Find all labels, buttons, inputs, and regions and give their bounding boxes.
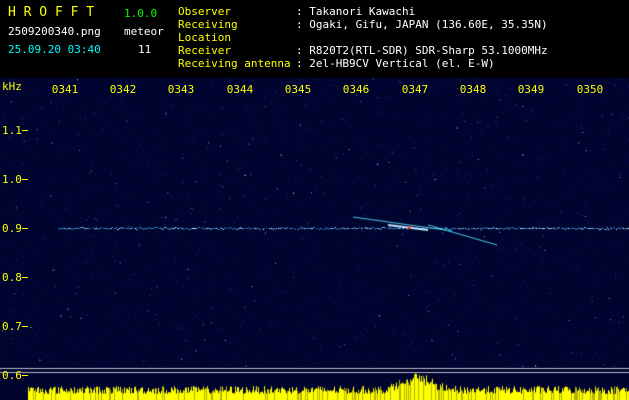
- freq-tick: [22, 179, 28, 180]
- hrofft-output-image: H R O F F T 1.0.0 2509200340.png meteor …: [0, 0, 629, 400]
- spectrogram-plot: kHz 0341 0342 0343 0344 0345 0346 0347 0…: [0, 78, 629, 400]
- info-value-observer: : Takanori Kawachi: [296, 5, 416, 18]
- freq-label-0-7: 0.7: [2, 320, 22, 333]
- freq-tick: [22, 375, 28, 376]
- freq-label-1-0: 1.0: [2, 173, 22, 186]
- observation-info: Observer : Takanori Kawachi Receiving Lo…: [178, 5, 548, 70]
- info-row: Receiving Location : Ogaki, Gifu, JAPAN …: [178, 18, 548, 44]
- freq-label-0-8: 0.8: [2, 271, 22, 284]
- freq-tick: [22, 228, 28, 229]
- y-axis-unit-label: kHz: [2, 80, 22, 93]
- info-label-location: Receiving Location: [178, 18, 238, 44]
- info-label-antenna: Receiving antenna: [178, 57, 291, 70]
- time-label-0347: 0347: [401, 83, 429, 96]
- app-title: H R O F F T: [8, 5, 95, 20]
- datetime-label: 25.09.20 03:40: [8, 43, 101, 56]
- time-label-0349: 0349: [517, 83, 545, 96]
- freq-tick: [22, 277, 28, 278]
- info-label-observer: Observer: [178, 5, 231, 18]
- spectrogram-canvas: [0, 78, 629, 400]
- freq-tick: [22, 130, 28, 131]
- time-label-0346: 0346: [342, 83, 370, 96]
- time-label-0344: 0344: [226, 83, 254, 96]
- freq-label-0-9: 0.9: [2, 222, 22, 235]
- info-value-receiver: : R820T2(RTL-SDR) SDR-Sharp 53.1000MHz: [296, 44, 548, 57]
- header: H R O F F T 1.0.0 2509200340.png meteor …: [0, 0, 629, 78]
- time-label-0350: 0350: [576, 83, 604, 96]
- version-label: 1.0.0: [124, 7, 158, 20]
- mode-label: meteor: [124, 25, 164, 38]
- filename-label: 2509200340.png: [8, 25, 101, 38]
- freq-label-1-1: 1.1: [2, 124, 22, 137]
- info-row: Observer : Takanori Kawachi: [178, 5, 548, 18]
- info-label-receiver: Receiver: [178, 44, 231, 57]
- time-label-0343: 0343: [167, 83, 195, 96]
- freq-label-0-6: 0.6: [2, 369, 22, 382]
- info-row: Receiving antenna : 2el-HB9CV Vertical (…: [178, 57, 548, 70]
- time-label-0345: 0345: [284, 83, 312, 96]
- freq-tick: [22, 326, 28, 327]
- info-value-antenna: : 2el-HB9CV Vertical (el. E-W): [296, 57, 495, 70]
- time-label-0342: 0342: [109, 83, 137, 96]
- info-row: Receiver : R820T2(RTL-SDR) SDR-Sharp 53.…: [178, 44, 548, 57]
- time-label-0348: 0348: [459, 83, 487, 96]
- time-label-0341: 0341: [51, 83, 79, 96]
- count-label: 11: [138, 43, 152, 56]
- info-value-location: : Ogaki, Gifu, JAPAN (136.60E, 35.35N): [296, 18, 548, 31]
